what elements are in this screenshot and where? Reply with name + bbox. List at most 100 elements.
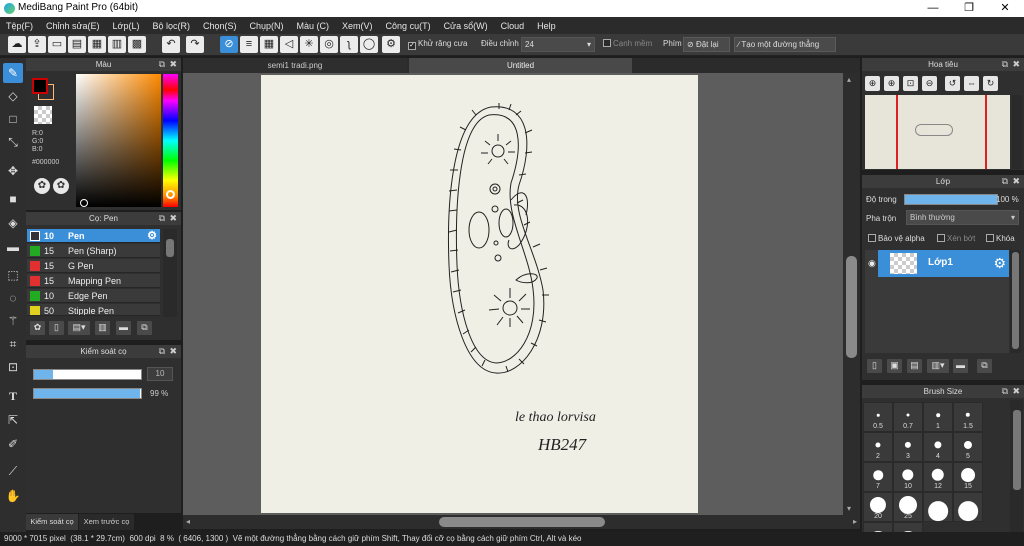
menu-tools[interactable]: Công cụ(T) — [386, 21, 431, 31]
undock-icon[interactable]: ⧉ — [1002, 175, 1008, 188]
document-icon[interactable]: ▦ — [88, 36, 106, 53]
lasso-tool-icon[interactable]: ◌ — [3, 288, 23, 308]
drawing-paper[interactable]: le thao lorvisa HB247 — [261, 75, 698, 513]
new-document-icon[interactable]: ▯ — [49, 321, 64, 335]
brush-size-cell[interactable]: 10 — [893, 462, 923, 492]
duplicate-icon[interactable]: ⧉ — [137, 321, 152, 335]
undock-icon[interactable]: ⧉ — [159, 212, 165, 225]
vertical-scrollbar[interactable]: ▴ ▾ — [843, 73, 860, 515]
horizontal-scrollbar[interactable]: ◂ ▸ — [183, 515, 860, 529]
layer-opacity-slider[interactable] — [904, 194, 998, 205]
menu-filter[interactable]: Bộ lọc(R) — [152, 21, 190, 31]
tab-brush-preview[interactable]: Xem trước cọ — [79, 514, 134, 530]
snap-settings-icon[interactable]: ⚙ — [382, 36, 400, 53]
transparent-color-swatch[interactable] — [34, 106, 52, 124]
message-icon[interactable]: ▤ — [68, 36, 86, 53]
undock-icon[interactable]: ⧉ — [1002, 385, 1008, 398]
brush-size-cell[interactable]: 15 — [953, 462, 983, 492]
brush-tool-icon[interactable]: ✎ — [3, 63, 23, 83]
gradient-tool-icon[interactable]: ▬ — [3, 237, 23, 257]
dot-tool-icon[interactable]: ⤡ — [3, 132, 23, 152]
brush-item[interactable]: 50 Stipple Pen — [27, 304, 160, 316]
brush-size-cell[interactable]: 0.7 — [893, 402, 923, 432]
zoom-in-alt-icon[interactable]: ⊕ — [884, 76, 899, 91]
snap-ellipse-icon[interactable]: ◯ — [360, 36, 378, 53]
brush-size-cell[interactable]: 1 — [923, 402, 953, 432]
operation-tool-icon[interactable]: ⇱ — [3, 410, 23, 430]
select-pen-tool-icon[interactable]: ⌗ — [3, 334, 23, 354]
menu-color[interactable]: Màu (C) — [297, 21, 330, 31]
hue-slider-handle[interactable] — [166, 190, 175, 199]
brush-size-cell[interactable]: 12 — [923, 462, 953, 492]
tab-untitled[interactable]: Untitled — [409, 58, 632, 73]
scroll-up-icon[interactable]: ▴ — [847, 75, 851, 84]
clip-toggle[interactable]: Xén bớt — [937, 234, 975, 243]
brush-size-slider[interactable] — [33, 369, 142, 380]
brush-size-cell[interactable]: 25 — [893, 492, 923, 522]
scroll-down-icon[interactable]: ▾ — [847, 504, 851, 513]
brush-size-cell[interactable]: 5 — [953, 432, 983, 462]
scrollbar-thumb[interactable] — [1012, 252, 1019, 349]
brush-copy-icon[interactable]: ▥ — [95, 321, 110, 335]
scrollbar-thumb[interactable] — [439, 517, 605, 527]
brush-size-cell[interactable]: 7 — [863, 462, 893, 492]
redo-icon[interactable]: ↷ — [186, 36, 204, 53]
brush-import-icon[interactable]: ▤▾ — [68, 321, 90, 335]
scroll-left-icon[interactable]: ◂ — [186, 517, 190, 526]
scroll-right-icon[interactable]: ▸ — [853, 517, 857, 526]
fit-icon[interactable]: ⊡ — [903, 76, 918, 91]
straight-line-button[interactable]: ∕ Tạo một đường thẳng — [734, 37, 836, 52]
close-icon[interactable]: ✖ — [169, 212, 177, 225]
undock-icon[interactable]: ⧉ — [1002, 58, 1008, 71]
eyedropper-tool-icon[interactable]: ⟋ — [3, 461, 23, 481]
duplicate-icon[interactable]: ⧉ — [977, 359, 992, 373]
close-icon[interactable]: ✖ — [1012, 175, 1020, 188]
navigator-scrollbar[interactable] — [1012, 95, 1022, 169]
select-rect-tool-icon[interactable]: ⬚ — [3, 265, 23, 285]
soft-edge-checkbox[interactable] — [603, 39, 611, 47]
divide-tool-icon[interactable]: ✐ — [3, 434, 23, 454]
clip-checkbox[interactable] — [937, 234, 945, 242]
protect-alpha-toggle[interactable]: Bảo vệ alpha — [868, 234, 925, 243]
gear-icon[interactable]: ⚙ — [147, 229, 157, 243]
brush-add-icon[interactable]: ✿ — [30, 321, 45, 335]
snap-off-icon[interactable]: ⊘ — [220, 36, 238, 53]
protect-alpha-checkbox[interactable] — [868, 234, 876, 242]
layer-list-scrollbar[interactable] — [1010, 250, 1021, 353]
panel-icon[interactable]: ▥ — [108, 36, 126, 53]
lock-checkbox[interactable] — [986, 234, 994, 242]
menu-layer[interactable]: Lớp(L) — [113, 21, 140, 31]
color-sv-picker[interactable] — [76, 74, 161, 207]
antialias-checkbox[interactable]: ✓ — [408, 42, 416, 50]
layer-add-menu-icon[interactable]: ▥▾ — [927, 359, 949, 373]
rotate-left-icon[interactable]: ↺ — [945, 76, 960, 91]
palette-icon[interactable]: ✿ — [34, 178, 50, 194]
flip-icon[interactable]: ⇔ — [964, 76, 979, 91]
snap-parallel-icon[interactable]: ≡ — [240, 36, 258, 53]
brush-size-cell[interactable] — [863, 522, 893, 532]
brush-item[interactable]: 10 Pen ⚙ — [27, 229, 160, 243]
menu-select[interactable]: Chọn(S) — [203, 21, 237, 31]
soft-edge-toggle[interactable]: Cạnh mềm — [603, 39, 652, 48]
snap-vanish-icon[interactable]: ◁ — [280, 36, 298, 53]
menu-view[interactable]: Xem(V) — [342, 21, 373, 31]
layer-row[interactable]: Lớp1 ⚙ — [878, 250, 1009, 277]
undock-icon[interactable]: ⧉ — [159, 345, 165, 358]
snap-grid-icon[interactable]: ▦ — [260, 36, 278, 53]
gear-icon[interactable]: ⚙ — [993, 255, 1006, 272]
lock-toggle[interactable]: Khóa — [986, 234, 1015, 243]
brush-size-cell[interactable]: 2 — [863, 432, 893, 462]
grid-icon[interactable]: ▩ — [128, 36, 146, 53]
hand-tool-icon[interactable]: ✋ — [3, 486, 23, 506]
menu-cloud[interactable]: Cloud — [501, 21, 525, 31]
brush-item[interactable]: 15 G Pen — [27, 259, 160, 273]
bucket-tool-icon[interactable]: ◈ — [3, 213, 23, 233]
zoom-in-icon[interactable]: ⊕ — [865, 76, 880, 91]
antialias-toggle[interactable]: ✓ Khử răng cưa — [408, 39, 467, 50]
brush-size-cell[interactable] — [923, 492, 953, 522]
brush-size-cell[interactable]: 4 — [923, 432, 953, 462]
snap-curve-icon[interactable]: ʅ — [340, 36, 358, 53]
folder-icon[interactable]: ▬ — [953, 359, 968, 373]
close-icon[interactable]: ✖ — [169, 58, 177, 71]
zoom-out-icon[interactable]: ⊖ — [922, 76, 937, 91]
